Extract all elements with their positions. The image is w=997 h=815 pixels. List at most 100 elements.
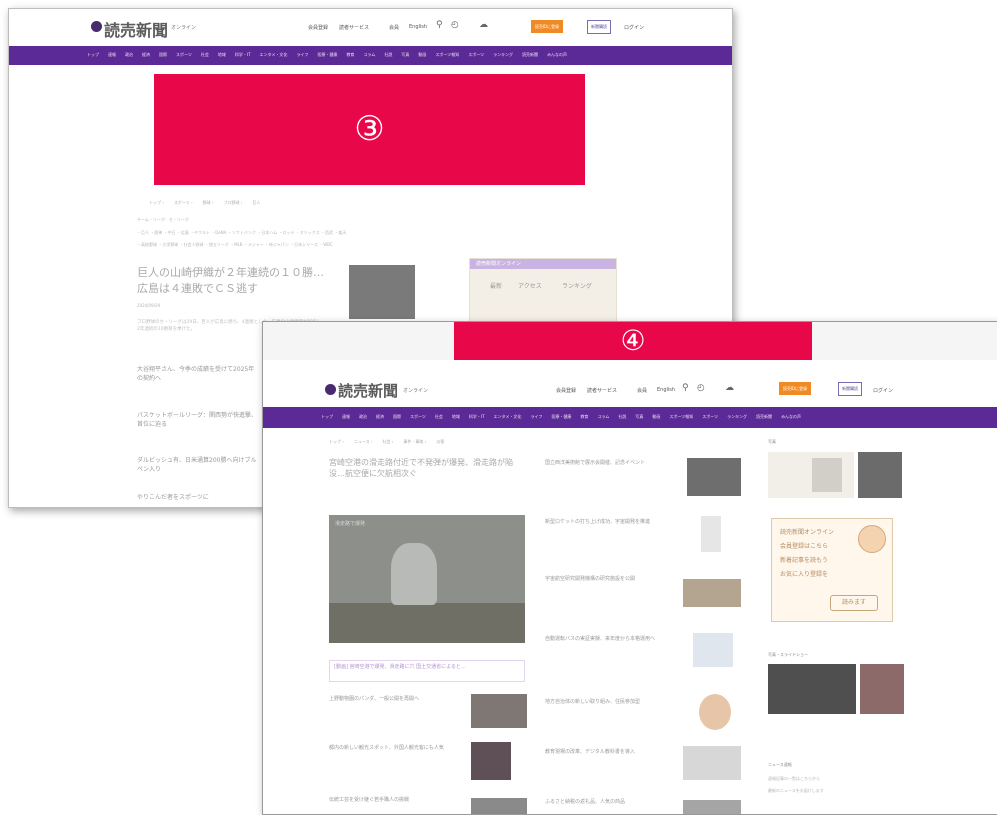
news-thumb[interactable] — [471, 798, 527, 814]
clock-icon[interactable]: ◴ — [451, 20, 459, 30]
side-news-item[interactable]: 宇宙航空研究開発機構の研究施設を公開 — [545, 575, 675, 583]
news-thumb[interactable] — [701, 516, 721, 552]
nav-item[interactable]: 医療・健康 — [317, 52, 337, 58]
article-photo[interactable]: 滑走路で爆発 — [329, 515, 525, 643]
nav-item[interactable]: スポーツ — [702, 414, 718, 420]
nav-item[interactable]: 読売新聞 — [756, 414, 772, 420]
nav-item[interactable]: トップ — [321, 414, 333, 420]
left-news-item[interactable]: 都内の新しい観光スポット、外国人観光客にも人気 — [329, 744, 457, 752]
nav-item[interactable]: 写真 — [635, 414, 643, 420]
nav-item[interactable]: 経済 — [142, 52, 150, 58]
nav-item[interactable]: 社説 — [618, 414, 626, 420]
subscribe-button[interactable]: 新聞購読 — [838, 382, 862, 396]
side-news-item[interactable]: 新型ロケットの打ち上げ成功、宇宙開発を推進 — [545, 518, 675, 526]
breadcrumb-item[interactable]: ニュース › — [354, 439, 373, 445]
nav-item[interactable]: 社説 — [384, 52, 392, 58]
breadcrumb-item[interactable]: 巨人 — [252, 200, 260, 206]
nav-item[interactable]: みんなの声 — [781, 414, 801, 420]
news-thumb[interactable] — [471, 694, 527, 728]
breadcrumb-item[interactable]: トップ › — [149, 200, 164, 206]
nav-item[interactable]: ランキング — [727, 414, 747, 420]
breadcrumb-item[interactable]: 野球 › — [203, 200, 214, 206]
header-link-english[interactable]: English — [409, 24, 427, 30]
nav-item[interactable]: 地域 — [452, 414, 460, 420]
news-thumb[interactable] — [687, 458, 741, 496]
nav-item[interactable]: 動画 — [418, 52, 426, 58]
article-headline[interactable]: 巨人の山崎伊織が２年連続の１０勝…広島は４連敗でＣＳ逃す — [137, 265, 329, 297]
subscribe-button[interactable]: 新聞購読 — [587, 20, 611, 34]
nav-item[interactable]: コラム — [597, 414, 609, 420]
nav-item[interactable]: 写真 — [401, 52, 409, 58]
nav-item[interactable]: ライフ — [296, 52, 308, 58]
clock-icon[interactable]: ◴ — [697, 383, 705, 393]
nav-item[interactable]: 社会 — [201, 52, 209, 58]
search-icon[interactable]: ⚲ — [436, 20, 443, 30]
widget-tab-ranking[interactable]: ランキング — [562, 281, 592, 290]
news-thumb[interactable] — [471, 742, 511, 780]
nav-item[interactable]: 医療・健康 — [551, 414, 571, 420]
breadcrumb-item[interactable]: 事件・事故 › — [403, 439, 426, 445]
nav-item[interactable]: エンタメ・文化 — [494, 414, 522, 420]
nav-item[interactable]: 速報 — [108, 52, 116, 58]
nav-item[interactable]: コラム — [363, 52, 375, 58]
gallery-photo[interactable] — [768, 664, 856, 714]
news-thumb[interactable] — [699, 694, 731, 730]
nav-item[interactable]: 政治 — [359, 414, 367, 420]
nav-item[interactable]: 科学・IT — [235, 52, 251, 58]
sidebar-photo[interactable] — [858, 452, 902, 498]
breadcrumb-item[interactable]: 災害 — [436, 439, 444, 445]
header-link-register[interactable]: 会員登録 — [556, 387, 576, 394]
nav-item[interactable]: 科学・IT — [469, 414, 485, 420]
widget-tab-latest[interactable]: 最新 — [490, 281, 502, 290]
header-link-english[interactable]: English — [657, 387, 675, 393]
login-link[interactable]: ログイン — [873, 387, 893, 394]
side-news-item[interactable]: 自動運転バスの実証実験、来年度から本格運用へ — [545, 635, 675, 643]
sidebar-photo[interactable] — [768, 452, 854, 498]
header-link-register[interactable]: 会員登録 — [308, 24, 328, 31]
side-news-item[interactable]: ふるさと納税の返礼品、人気の商品 — [545, 798, 675, 806]
header-link-services[interactable]: 読者サービス — [339, 24, 369, 31]
nav-item[interactable]: 経済 — [376, 414, 384, 420]
related-article[interactable]: 大谷翔平さん、今季の成績を受けて2025年の契約へ — [137, 365, 257, 383]
gallery-photo[interactable] — [860, 664, 904, 714]
promo-note[interactable]: 読売新聞オンライン 会員登録はこちら 新着記事を読もう お気に入り登録を 読みま… — [771, 518, 893, 622]
nav-item[interactable]: エンタメ・文化 — [260, 52, 288, 58]
header-link-member[interactable]: 会員 — [637, 387, 647, 394]
nav-item[interactable]: 地域 — [218, 52, 226, 58]
nav-item[interactable]: スポーツ — [468, 52, 484, 58]
news-thumb[interactable] — [693, 633, 733, 667]
news-thumb[interactable] — [683, 800, 741, 814]
bottom-line[interactable]: 最新のニュースをお届けします — [768, 788, 824, 794]
related-article[interactable]: ダルビッシュ有、日米通算200勝へ向けブルペン入り — [137, 456, 257, 474]
breadcrumb-item[interactable]: スポーツ › — [174, 200, 193, 206]
nav-item[interactable]: スポーツ報知 — [669, 414, 693, 420]
header-link-services[interactable]: 読者サービス — [587, 387, 617, 394]
nav-item[interactable]: みんなの声 — [547, 52, 567, 58]
left-news-item[interactable]: 上野動物園のパンダ、一般公開を再開へ — [329, 695, 457, 703]
weather-icon[interactable]: ☁ — [725, 383, 734, 393]
search-icon[interactable]: ⚲ — [682, 383, 689, 393]
header-link-member[interactable]: 会員 — [389, 24, 399, 31]
breadcrumb-item[interactable]: プロ野球 › — [224, 200, 243, 206]
register-button[interactable]: 読売IDに登録 — [531, 20, 563, 33]
nav-item[interactable]: 動画 — [652, 414, 660, 420]
widget-tab-access[interactable]: アクセス — [518, 281, 542, 290]
side-news-item[interactable]: 国立西洋美術館で展示会開催、記念イベント — [545, 459, 675, 467]
breadcrumb-item[interactable]: トップ › — [329, 439, 344, 445]
bottom-line[interactable]: 速報記事の一覧はこちらから — [768, 776, 820, 782]
nav-item[interactable]: スポーツ — [410, 414, 426, 420]
promo-button[interactable]: 読みます — [830, 595, 878, 611]
nav-item[interactable]: スポーツ報知 — [435, 52, 459, 58]
nav-item[interactable]: スポーツ — [176, 52, 192, 58]
article-headline[interactable]: 宮崎空港の滑走路付近で不発弾が爆発、滑走路が陥没…航空便に欠航相次ぐ — [329, 457, 525, 479]
nav-item[interactable]: 読売新聞 — [522, 52, 538, 58]
related-article[interactable]: やりこんだ者をスポーツに — [137, 493, 257, 502]
weather-icon[interactable]: ☁ — [479, 20, 488, 30]
site-logo[interactable]: 読売新聞 — [104, 17, 168, 41]
news-thumb[interactable] — [683, 746, 741, 780]
article-photo[interactable] — [349, 265, 415, 319]
site-logo[interactable]: 読売新聞 — [338, 380, 398, 401]
breadcrumb-item[interactable]: 社会 › — [383, 439, 394, 445]
related-article[interactable]: パスケットボールリーグ：関西勢が快進撃、首位に迫る — [137, 411, 257, 429]
nav-item[interactable]: トップ — [87, 52, 99, 58]
